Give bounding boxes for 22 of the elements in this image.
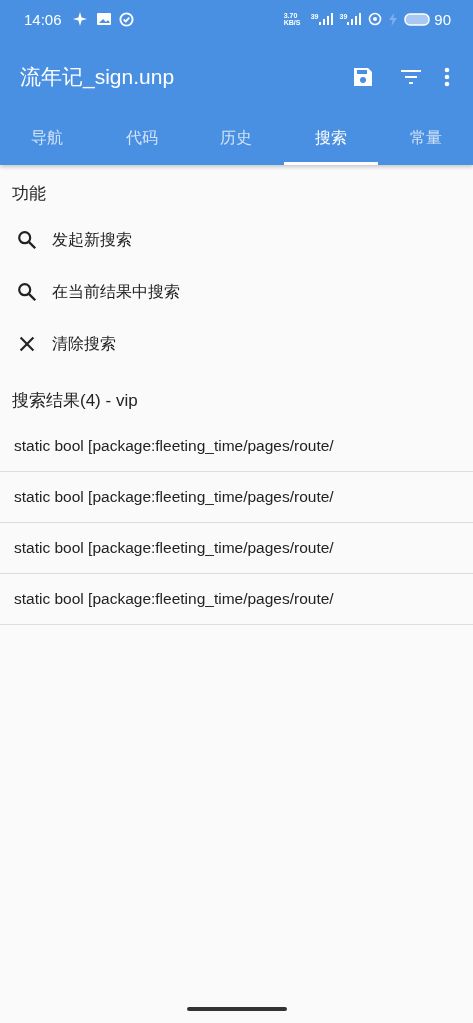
app-title: 流年记_sign.unp bbox=[20, 63, 176, 91]
status-time: 14:06 bbox=[24, 10, 62, 28]
menu-item[interactable]: 清除搜索 bbox=[0, 318, 473, 370]
signal-icon bbox=[347, 13, 362, 25]
check-circle-icon bbox=[118, 11, 134, 27]
search-icon bbox=[16, 229, 38, 251]
search-result[interactable]: static bool [package:fleeting_time/pages/route/ bbox=[0, 574, 473, 625]
search-icon bbox=[16, 281, 38, 303]
battery-icon bbox=[404, 12, 431, 26]
menu-item[interactable]: 在当前结果中搜索 bbox=[0, 266, 473, 318]
search-result[interactable]: static bool [package:fleeting_time/pages/route/ bbox=[0, 523, 473, 574]
bolt-icon bbox=[389, 12, 398, 26]
battery-level: 90 bbox=[434, 10, 451, 28]
home-indicator[interactable] bbox=[186, 1007, 287, 1011]
search-result[interactable]: static bool [package:fleeting_time/pages/route/ bbox=[0, 472, 473, 523]
search-result[interactable]: static bool [package:fleeting_time/pages/route/ bbox=[0, 421, 473, 472]
hotspot-icon bbox=[368, 12, 383, 26]
section-heading: 功能 bbox=[11, 183, 47, 205]
menu-item[interactable]: 发起新搜索 bbox=[0, 214, 473, 266]
signal-icon bbox=[318, 13, 333, 25]
section-heading: 搜索结果(4) - vip bbox=[11, 390, 139, 412]
image-icon bbox=[95, 12, 112, 26]
